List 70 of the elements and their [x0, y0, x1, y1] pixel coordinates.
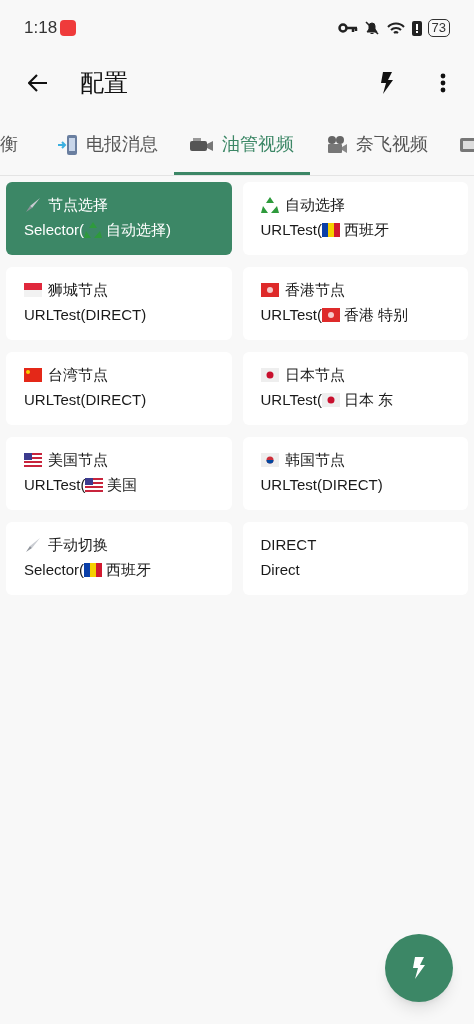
group-name: 手动切换	[48, 535, 108, 555]
group-name: DIRECT	[260, 535, 317, 555]
tab[interactable]: 衡	[0, 117, 42, 175]
group-name: 香港节点	[284, 280, 345, 300]
group-type: URLTest(DIRECT)	[24, 305, 147, 325]
flag-icon	[24, 453, 42, 467]
tab[interactable]: 电报消息	[42, 117, 174, 175]
group-name: 节点选择	[48, 195, 108, 215]
group-type: URLTest(DIRECT)	[260, 475, 383, 495]
node-label: 西班牙	[343, 220, 389, 240]
camcorder-icon	[190, 136, 214, 153]
proxy-group-card[interactable]: DIRECT Direct	[242, 522, 468, 595]
movie-camera-icon	[326, 134, 348, 155]
proxy-group-card[interactable]: 台湾节点 URLTest(DIRECT)	[6, 352, 232, 425]
recycle-icon	[84, 221, 103, 239]
group-name: 台湾节点	[48, 365, 108, 385]
proxy-group-card[interactable]: 日本节点 URLTest( 日本 东	[242, 352, 468, 425]
group-type: URLTest(	[260, 220, 322, 240]
flag-icon	[85, 478, 104, 492]
flag-icon	[24, 283, 42, 297]
flag-icon	[321, 223, 340, 237]
flag-icon	[84, 563, 103, 577]
bell-muted-icon	[363, 20, 380, 36]
recycle-icon	[260, 196, 279, 214]
proxy-group-card[interactable]: 狮城节点 URLTest(DIRECT)	[6, 267, 232, 340]
notification-icon	[60, 20, 77, 36]
group-type: Selector(	[24, 220, 85, 240]
flag-icon	[260, 368, 279, 382]
flag-icon	[260, 453, 279, 467]
page-title: 配置	[80, 68, 128, 98]
node-label: 自动选择)	[106, 220, 172, 240]
group-type: Direct	[260, 560, 300, 580]
group-name: 狮城节点	[48, 280, 108, 300]
flag-icon	[260, 283, 279, 297]
tab[interactable]: 油管视频	[174, 117, 310, 175]
tv-icon	[460, 136, 474, 153]
phone-icon	[58, 133, 78, 156]
flag-icon	[321, 393, 340, 407]
proxy-group-card[interactable]: 节点选择 Selector( 自动选择)	[6, 182, 232, 255]
proxy-group-card[interactable]: 手动切换 Selector( 西班牙	[6, 522, 232, 595]
node-label: 美国	[107, 475, 138, 495]
proxy-group-card[interactable]: 韩国节点 URLTest(DIRECT)	[242, 437, 468, 510]
flag-icon	[24, 368, 42, 382]
group-type: URLTest(	[24, 475, 86, 495]
battery-indicator: 73	[427, 19, 450, 37]
battery-alert-icon	[411, 20, 422, 36]
group-name: 自动选择	[284, 195, 345, 215]
status-time: 1:18	[24, 17, 58, 40]
wifi-icon	[385, 20, 406, 36]
node-label: 香港 特别	[343, 305, 409, 325]
group-type: URLTest(	[260, 305, 322, 325]
lightning-fab[interactable]	[385, 934, 453, 1002]
lightning-icon	[412, 957, 426, 979]
node-label: 西班牙	[106, 560, 152, 580]
group-type: URLTest(DIRECT)	[24, 390, 147, 410]
group-type: Selector(	[24, 560, 85, 580]
tab[interactable]: 奈飞视频	[310, 117, 444, 175]
back-arrow-icon[interactable]	[28, 74, 48, 92]
group-name: 日本节点	[284, 365, 345, 385]
proxy-group-card[interactable]: 美国节点 URLTest( 美国	[6, 437, 232, 510]
more-options-icon[interactable]	[440, 73, 446, 93]
lightning-icon[interactable]	[380, 72, 394, 94]
group-name: 美国节点	[48, 450, 108, 470]
node-label: 日本 东	[343, 390, 394, 410]
proxy-group-card[interactable]: 自动选择 URLTest( 西班牙	[242, 182, 468, 255]
key-icon	[337, 22, 358, 34]
group-name: 韩国节点	[284, 450, 345, 470]
flag-icon	[321, 308, 340, 322]
group-type: URLTest(	[260, 390, 322, 410]
proxy-group-card[interactable]: 香港节点 URLTest( 香港 特别	[242, 267, 468, 340]
